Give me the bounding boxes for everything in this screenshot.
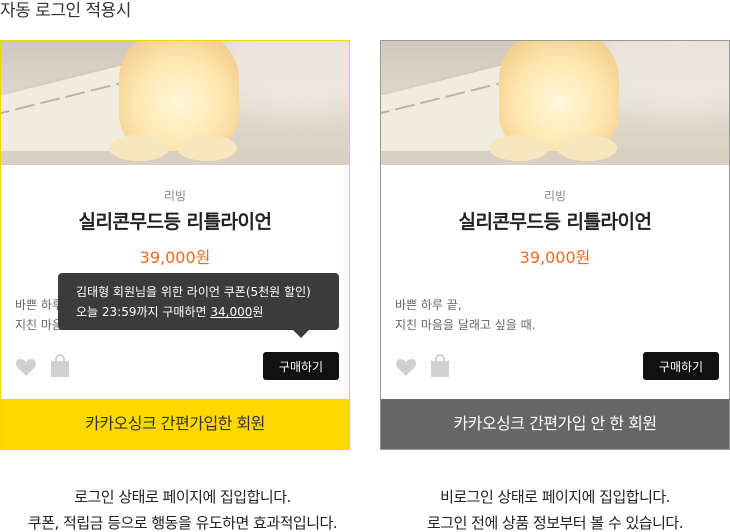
buy-button[interactable]: 구매하기 (643, 352, 719, 380)
product-price: 39,000원 (139, 248, 211, 267)
caption-line: 로그인 전에 상품 정보부터 볼 수 있습니다. (427, 514, 683, 532)
product-card-logged-out: 리빙 실리콘무드등 리틀라이언 39,000원 바쁜 하루 끝, 지친 마음을 … (380, 40, 730, 450)
shopping-bag-icon[interactable] (51, 353, 69, 377)
heart-icon[interactable] (395, 357, 417, 377)
tooltip-line2: 오늘 23:59까지 구매하면 34,000원 (76, 302, 339, 322)
caption-line: 로그인 상태로 페이지에 집입합니다. (74, 488, 291, 506)
non-member-bar: 카카오싱크 간편가입 안 한 회원 (381, 399, 729, 449)
description-line: 지친 마음을 달래고 싶을 때. (395, 318, 536, 332)
product-description: 바쁜 하루 끝, 지친 마음을 달래고 싶을 때. (395, 295, 536, 335)
shopping-bag-icon[interactable] (431, 353, 449, 377)
product-image[interactable] (1, 41, 349, 165)
caption-logged-out: 비로그인 상태로 페이지에 집입합니다. 로그인 전에 상품 정보부터 볼 수 … (380, 484, 730, 532)
heart-icon[interactable] (15, 357, 37, 377)
caption-line: 비로그인 상태로 페이지에 집입합니다. (440, 488, 670, 506)
page-title: 자동 로그인 적용시 (0, 1, 131, 21)
caption-line: 쿠폰, 적립금 등으로 행동을 유도하면 효과적입니다. (27, 514, 338, 532)
product-category: 리빙 (543, 189, 567, 203)
product-card-logged-in: 리빙 실리콘무드등 리틀라이언 39,000원 바쁜 하루 끝, 지친 마음을 … (0, 40, 350, 450)
product-image[interactable] (381, 41, 729, 165)
product-name[interactable]: 실리콘무드등 리틀라이언 (1, 207, 349, 234)
coupon-tooltip: 김태형 회원님을 위한 라이언 쿠폰(5천원 할인) 오늘 23:59까지 구매… (58, 273, 339, 338)
product-category: 리빙 (163, 189, 187, 203)
discount-price: 34,000 (210, 305, 253, 319)
product-name[interactable]: 실리콘무드등 리틀라이언 (381, 207, 729, 234)
buy-button[interactable]: 구매하기 (263, 352, 339, 380)
caption-logged-in: 로그인 상태로 페이지에 집입합니다. 쿠폰, 적립금 등으로 행동을 유도하면… (0, 484, 365, 532)
tooltip-text: 오늘 23:59까지 구매하면 (76, 305, 211, 319)
tooltip-unit: 원 (252, 305, 264, 319)
tooltip-line1: 김태형 회원님을 위한 라이언 쿠폰(5천원 할인) (76, 285, 311, 299)
kakao-signup-member-bar: 카카오싱크 간편가입한 회원 (1, 399, 349, 449)
description-line: 바쁜 하루 끝, (395, 298, 462, 312)
product-price: 39,000원 (519, 248, 591, 267)
